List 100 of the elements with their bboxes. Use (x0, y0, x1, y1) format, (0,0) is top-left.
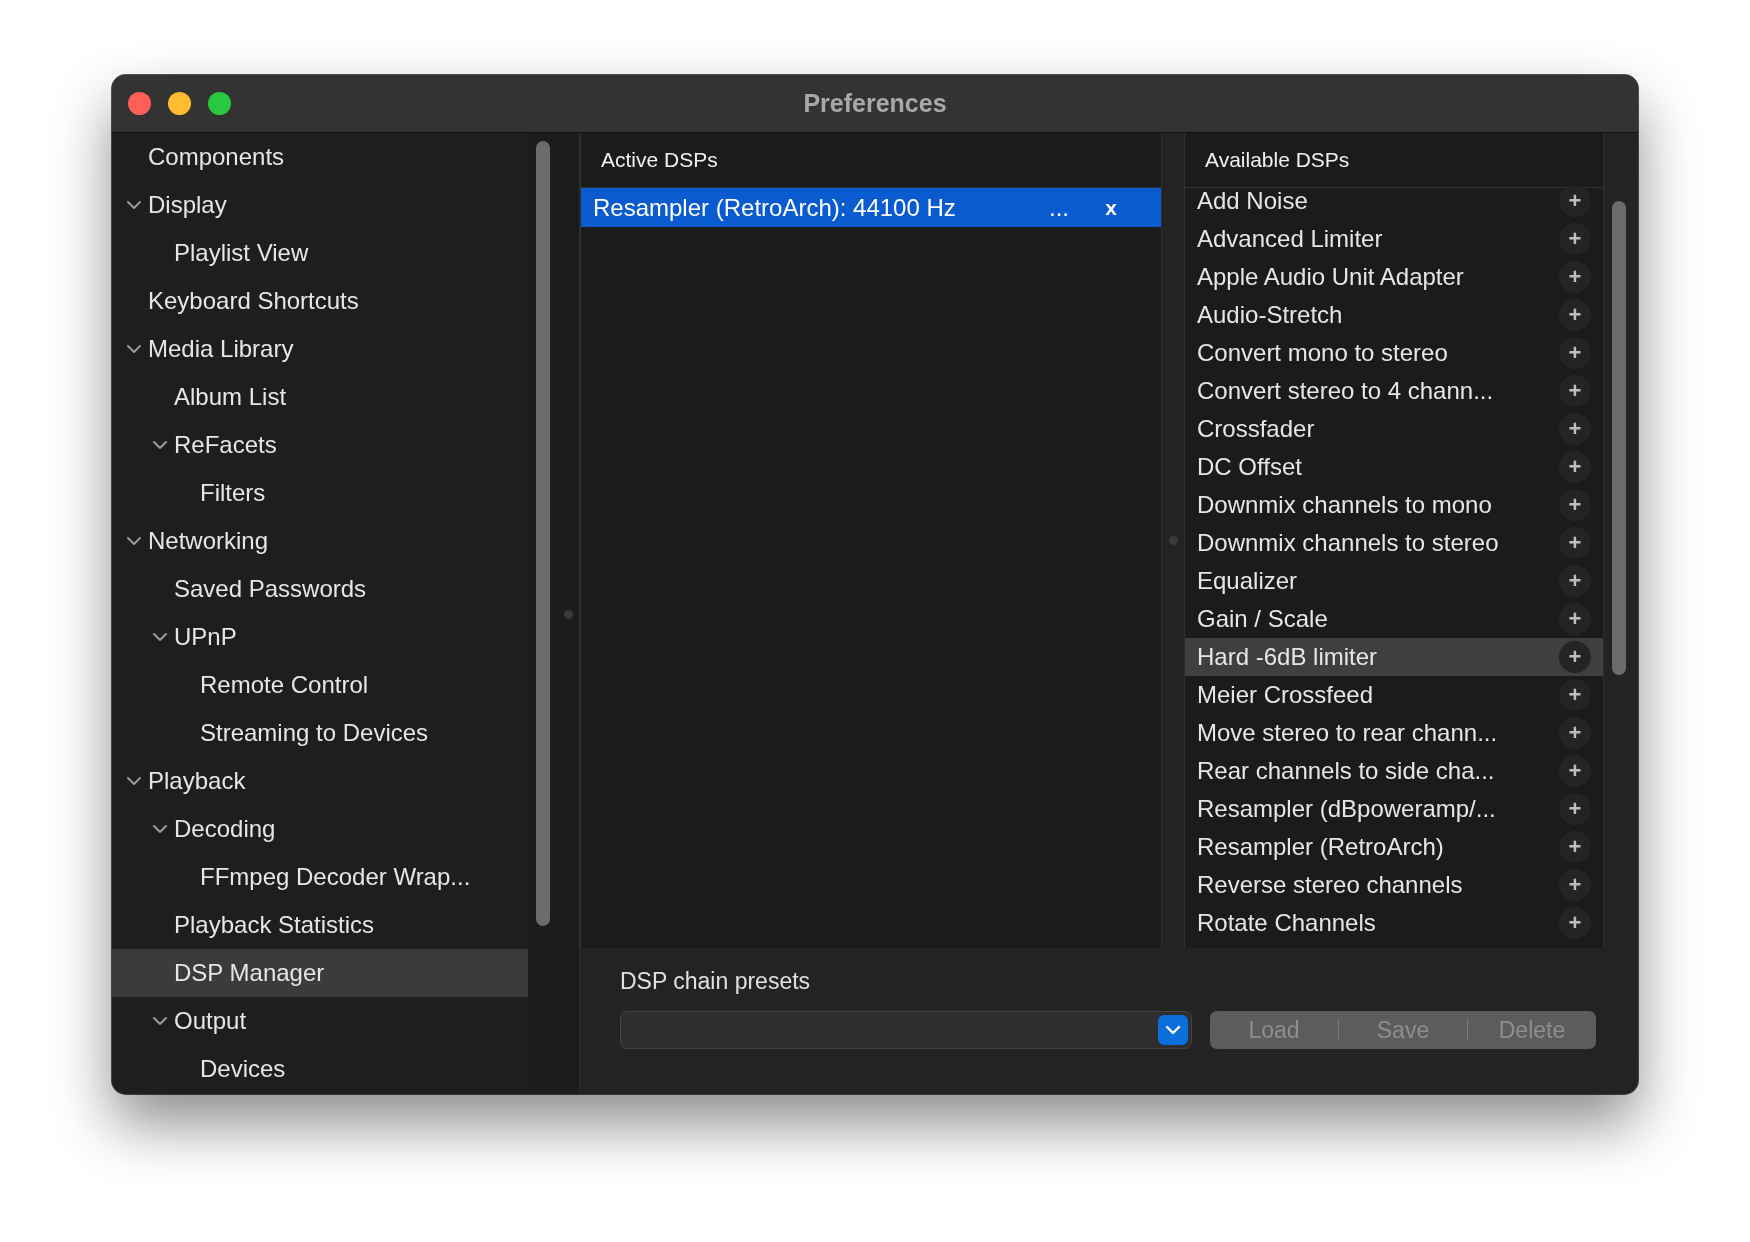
column-header: Available DSPs (1205, 148, 1350, 172)
dsp-name: Rotate Channels (1197, 909, 1377, 937)
sidebar-item[interactable]: Networking (112, 517, 528, 565)
add-button[interactable]: + (1559, 527, 1591, 559)
chevron-icon[interactable] (152, 632, 168, 642)
close-icon[interactable] (128, 92, 151, 115)
add-button[interactable]: + (1559, 565, 1591, 597)
sidebar-item[interactable]: Decoding (112, 805, 528, 853)
add-button[interactable]: + (1559, 451, 1591, 483)
add-button[interactable]: + (1559, 831, 1591, 863)
dsp-name: Resampler (dBpoweramp/... (1197, 795, 1497, 823)
available-dsp-row[interactable]: Crossfader + (1185, 410, 1603, 448)
add-button[interactable]: + (1559, 375, 1591, 407)
add-button[interactable]: + (1559, 793, 1591, 825)
dsp-name: Crossfader (1197, 415, 1316, 443)
add-button[interactable]: + (1559, 907, 1591, 939)
add-button[interactable]: + (1559, 603, 1591, 635)
add-button[interactable]: + (1559, 337, 1591, 369)
dsp-name: Gain / Scale (1197, 605, 1329, 633)
sidebar-item[interactable]: Components (112, 133, 528, 181)
sidebar-item[interactable]: Playlist View (112, 229, 528, 277)
dsp-name: Meier Crossfeed (1197, 681, 1375, 709)
dsp-name: Downmix channels to stereo (1197, 529, 1500, 557)
available-dsp-row[interactable]: DC Offset + (1185, 448, 1603, 486)
sidebar-item[interactable]: Playback (112, 757, 528, 805)
dsp-name: Equalizer (1197, 567, 1299, 595)
chevron-icon[interactable] (126, 536, 142, 546)
available-dsp-row[interactable]: Gain / Scale + (1185, 600, 1603, 638)
chevron-icon[interactable] (152, 824, 168, 834)
sidebar-item[interactable]: Album List (112, 373, 528, 421)
available-dsp-row[interactable]: Rear channels to side cha... + (1185, 752, 1603, 790)
sidebar-item[interactable]: Output (112, 997, 528, 1045)
available-dsp-row[interactable]: Rotate Channels + (1185, 904, 1603, 942)
add-button[interactable]: + (1559, 869, 1591, 901)
add-button[interactable]: + (1559, 679, 1591, 711)
sidebar-item[interactable]: UPnP (112, 613, 528, 661)
available-dsp-row[interactable]: Equalizer + (1185, 562, 1603, 600)
available-dsp-row[interactable]: Reverse stereo channels + (1185, 866, 1603, 904)
dsp-name: Apple Audio Unit Adapter (1197, 263, 1465, 291)
chevron-icon[interactable] (126, 200, 142, 210)
available-dsp-row[interactable]: Add Noise + (1185, 182, 1603, 220)
dsp-name: Convert mono to stereo (1197, 339, 1449, 367)
scrollbar-thumb[interactable] (536, 141, 550, 926)
add-button[interactable]: + (1559, 185, 1591, 217)
dsp-name: Audio-Stretch (1197, 301, 1344, 329)
dsp-name: DC Offset (1197, 453, 1303, 481)
dsp-name: Rear channels to side cha... (1197, 757, 1496, 785)
dsp-name: Downmix channels to mono (1197, 491, 1493, 519)
splitter-handle[interactable] (564, 610, 573, 619)
sidebar-item[interactable]: Devices (112, 1045, 528, 1093)
chevron-icon[interactable] (1158, 1015, 1188, 1045)
dsp-name: Convert stereo to 4 chann... (1197, 377, 1495, 405)
sidebar-item[interactable]: Keyboard Shortcuts (112, 277, 528, 325)
column-header: Active DSPs (601, 148, 718, 172)
presets-label: DSP chain presets (620, 968, 812, 995)
add-button[interactable]: + (1559, 717, 1591, 749)
zoom-icon[interactable] (208, 92, 231, 115)
configure-button[interactable]: ... (1039, 193, 1079, 222)
available-dsp-row[interactable]: Resampler (dBpoweramp/... + (1185, 790, 1603, 828)
sidebar-item[interactable]: Display (112, 181, 528, 229)
add-button[interactable]: + (1559, 261, 1591, 293)
scrollbar-thumb[interactable] (1612, 201, 1626, 675)
available-dsp-row[interactable]: Downmix channels to stereo + (1185, 524, 1603, 562)
add-button[interactable]: + (1559, 299, 1591, 331)
add-button[interactable]: + (1559, 489, 1591, 521)
add-button[interactable]: + (1559, 413, 1591, 445)
sidebar-item[interactable]: Remote Control (112, 661, 528, 709)
available-dsp-row[interactable]: Move stereo to rear chann... + (1185, 714, 1603, 752)
sidebar-item[interactable]: Media Library (112, 325, 528, 373)
dsp-name: Resampler (RetroArch): 44100 Hz (593, 193, 957, 222)
window-title: Preferences (803, 89, 947, 118)
available-dsp-row[interactable]: Advanced Limiter + (1185, 220, 1603, 258)
available-dsp-row[interactable]: Audio-Stretch + (1185, 296, 1603, 334)
chevron-icon[interactable] (126, 776, 142, 786)
active-dsp-row[interactable]: Resampler (RetroArch): 44100 Hz ... x (581, 188, 1161, 227)
sidebar-item[interactable]: ReFacets (112, 421, 528, 469)
sidebar-item[interactable]: FFmpeg Decoder Wrap... (112, 853, 528, 901)
sidebar-item[interactable]: Streaming to Devices (112, 709, 528, 757)
chevron-icon[interactable] (152, 440, 168, 450)
chevron-icon[interactable] (152, 1016, 168, 1026)
available-dsp-row[interactable]: Apple Audio Unit Adapter + (1185, 258, 1603, 296)
sidebar-item[interactable]: Saved Passwords (112, 565, 528, 613)
sidebar-item[interactable]: Playback Statistics (112, 901, 528, 949)
sidebar-item[interactable]: Filters (112, 469, 528, 517)
available-dsp-row[interactable]: Convert stereo to 4 chann... + (1185, 372, 1603, 410)
minimize-icon[interactable] (168, 92, 191, 115)
add-button[interactable]: + (1559, 755, 1591, 787)
sidebar-item[interactable]: DSP Manager (112, 949, 528, 997)
remove-button[interactable]: x (1099, 195, 1123, 220)
dsp-name: Resampler (RetroArch) (1197, 833, 1445, 861)
add-button[interactable]: + (1559, 223, 1591, 255)
available-dsp-row[interactable]: Resampler (RetroArch) + (1185, 828, 1603, 866)
add-button[interactable]: + (1559, 641, 1591, 673)
dsp-name: Advanced Limiter (1197, 225, 1384, 253)
available-dsp-row[interactable]: Downmix channels to mono + (1185, 486, 1603, 524)
available-dsp-row[interactable]: Hard -6dB limiter + (1185, 638, 1603, 676)
available-dsp-row[interactable]: Convert mono to stereo + (1185, 334, 1603, 372)
available-dsp-row[interactable]: Meier Crossfeed + (1185, 676, 1603, 714)
chevron-icon[interactable] (126, 344, 142, 354)
dsp-name: Add Noise (1197, 187, 1309, 215)
